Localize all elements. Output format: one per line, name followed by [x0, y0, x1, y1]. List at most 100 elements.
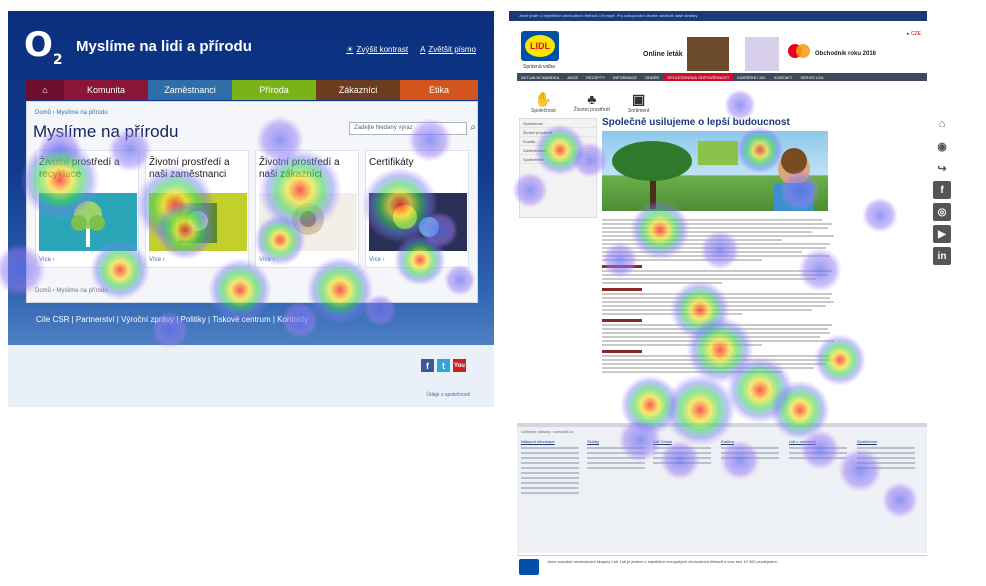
side-navigation: Společnost Životní prostředí Kvalita Zam…	[519, 118, 597, 218]
nav-item-active[interactable]: SPOLEČENSKÁ ODPOVĚDNOST	[663, 73, 734, 81]
youtube-icon[interactable]: ▶	[933, 225, 951, 243]
card-employees[interactable]: Životní prostředí a naši zaměstnanci Víc…	[145, 150, 249, 268]
footer-col: Služby	[587, 439, 645, 472]
heatmap-comparison: O2 Myslíme na lidi a přírodu ☀ Zvýšit kon…	[0, 0, 986, 586]
category-company[interactable]: ✋ Společnost	[531, 91, 556, 114]
tree-illustration	[39, 193, 137, 251]
twitter-icon[interactable]: t	[437, 359, 450, 372]
tab-komunita[interactable]: Komunita	[64, 80, 148, 100]
content-panel: Domů › Myslíme na přírodu Myslíme na pří…	[26, 101, 478, 303]
facebook-icon[interactable]: f	[933, 181, 951, 199]
merchant-of-year-banner[interactable]: Obchodník roku 2016	[815, 37, 885, 71]
article-body	[602, 217, 838, 427]
redo-icon[interactable]: ↪	[933, 159, 951, 177]
main-nav: AKTUÁLNÍ NABÍDKA AKCE RECEPTY INFORMACE …	[517, 73, 927, 81]
online-leaflet-banner[interactable]: Online leták	[643, 37, 683, 71]
chat-icon[interactable]: ◉	[933, 137, 951, 155]
bottom-info: Jsme součástí mezinárodní skupiny Lidl. …	[517, 555, 927, 586]
more-link[interactable]: Více ›	[149, 257, 165, 263]
o2-page-screenshot: O2 Myslíme na lidi a přírodu ☀ Zvýšit kon…	[8, 11, 494, 407]
company-info-link[interactable]: Údaje o společnosti	[426, 392, 470, 398]
nav-item[interactable]: SERVIS LIDL	[796, 73, 828, 81]
tab-priroda[interactable]: Příroda	[232, 80, 316, 100]
nav-item[interactable]: INFORMACE	[609, 73, 641, 81]
breadcrumb-bottom[interactable]: Domů › Myslíme na přírodu	[35, 288, 108, 294]
search-icon[interactable]: ⌕	[470, 122, 476, 133]
hand-icon: ✋	[534, 91, 553, 107]
lidl-page-screenshot: Jsme jeden z nejvetších obchodních řetěz…	[509, 11, 927, 586]
topic-cards: Životní prostředí a recyklace Více › Živ…	[35, 150, 471, 268]
instagram-icon[interactable]: ◎	[933, 203, 951, 221]
slogan: Správná volba	[523, 64, 555, 70]
more-link[interactable]: Více ›	[39, 257, 55, 263]
card-certificates[interactable]: Certifikáty Více ›	[365, 150, 469, 268]
top-info-bar: Jsme jeden z nejvetších obchodních řetěz…	[509, 11, 927, 21]
tab-etika[interactable]: Etika	[400, 80, 478, 100]
contrast-link[interactable]: ☀ Zvýšit kontrast	[346, 45, 408, 54]
main-nav: ⌂ Komunita Zaměstnanci Příroda Zákazníci…	[26, 80, 478, 100]
youtube-icon[interactable]: You	[453, 359, 466, 372]
sidenav-item[interactable]: Kvalita	[520, 137, 596, 146]
home-icon: ⌂	[42, 85, 48, 95]
site-title: Myslíme na lidi a přírodu	[76, 38, 252, 55]
tab-zakaznici[interactable]: Zákazníci	[316, 80, 400, 100]
nav-item[interactable]: ODBĚR	[641, 73, 663, 81]
category-assortment[interactable]: ▣ Sortiment	[628, 91, 649, 114]
sidenav-item[interactable]: Zaměstnanci	[520, 146, 596, 155]
font-icon: A	[420, 45, 426, 54]
footer-links[interactable]: Cíle CSR | Partnerství | Výroční zprávy …	[36, 315, 308, 324]
card-title: Životní prostředí a recyklace	[39, 157, 120, 180]
nav-item[interactable]: RECEPTY	[582, 73, 609, 81]
more-link[interactable]: Více ›	[369, 257, 385, 263]
footer-area	[8, 345, 494, 407]
breadcrumb[interactable]: Domů › Myslíme na přírodu	[35, 110, 108, 116]
sun-icon: ☀	[346, 45, 354, 54]
country-link[interactable]: ▸ CZE	[907, 31, 921, 37]
sidenav-item[interactable]: Spotřebitelé	[520, 155, 596, 164]
hanger-icon[interactable]: ⌂	[933, 115, 951, 133]
card-recycling[interactable]: Životní prostředí a recyklace Více ›	[35, 150, 139, 268]
footer-col: Společnost	[857, 439, 915, 472]
footer-link-columns: Užitečné odkazy • www.lidl.cz Nákupní in…	[517, 423, 927, 553]
more-link[interactable]: Více ›	[259, 257, 275, 263]
award-image[interactable]	[745, 37, 779, 71]
facebook-icon[interactable]: f	[421, 359, 434, 372]
nav-item[interactable]: AKTUÁLNÍ NABÍDKA	[517, 73, 563, 81]
tab-zamestnanci[interactable]: Zaměstnanci	[148, 80, 232, 100]
footer-col: Nákupní informace	[521, 439, 579, 497]
sidenav-item[interactable]: Společnost	[520, 119, 596, 128]
nav-item[interactable]: KARIÉRNÍ LIDL	[733, 73, 769, 81]
card-customers[interactable]: Životní prostředí a naši zákazníci Více …	[255, 150, 359, 268]
certificates-illustration	[369, 193, 467, 251]
card-title: Životní prostředí a naši zákazníci	[259, 157, 340, 180]
o2-logo[interactable]: O2	[24, 25, 63, 68]
lidl-small-logo	[519, 559, 539, 575]
footer-col: Kariéra	[721, 439, 779, 462]
leaf-icon: ♣	[587, 91, 597, 107]
page-heading: Společně usilujeme o lepší budoucnost	[602, 117, 790, 128]
footer-col: Lidl v zahraničí	[789, 439, 847, 462]
footer-col: Lidl Česká	[653, 439, 711, 467]
customers-illustration	[259, 193, 357, 251]
lidl-logo[interactable]: LIDL	[521, 31, 559, 61]
search-input[interactable]: Zadejte hledaný výraz ⌕	[349, 122, 476, 135]
card-title: Životní prostředí a naši zaměstnanci	[149, 157, 230, 180]
nav-item[interactable]: KONTAKT	[770, 73, 797, 81]
card-title: Certifikáty	[369, 157, 414, 168]
linkedin-icon[interactable]: in	[933, 247, 951, 265]
accessibility-tools: ☀ Zvýšit kontrast A Zvětšit písmo	[346, 45, 476, 54]
employees-illustration	[149, 193, 247, 251]
home-tab[interactable]: ⌂	[26, 80, 64, 100]
footer-header: Užitečné odkazy • www.lidl.cz	[521, 429, 574, 434]
font-size-link[interactable]: A Zvětšit písmo	[420, 45, 476, 54]
category-environment[interactable]: ♣ Životní prostředí	[574, 91, 610, 114]
page-heading: Myslíme na přírodu	[33, 122, 179, 141]
social-icons: f t You	[421, 359, 466, 372]
leaflet-image[interactable]	[687, 37, 729, 71]
nav-item[interactable]: AKCE	[563, 73, 582, 81]
bag-icon: ▣	[631, 91, 646, 107]
category-icons: ✋ Společnost ♣ Životní prostředí ▣ Sortimen…	[531, 91, 649, 114]
side-social-bar: ⌂ ◉ ↪ f ◎ ▶ in	[929, 115, 955, 280]
sidenav-item[interactable]: Životní prostředí	[520, 128, 596, 137]
mastercard-icon	[787, 41, 811, 61]
